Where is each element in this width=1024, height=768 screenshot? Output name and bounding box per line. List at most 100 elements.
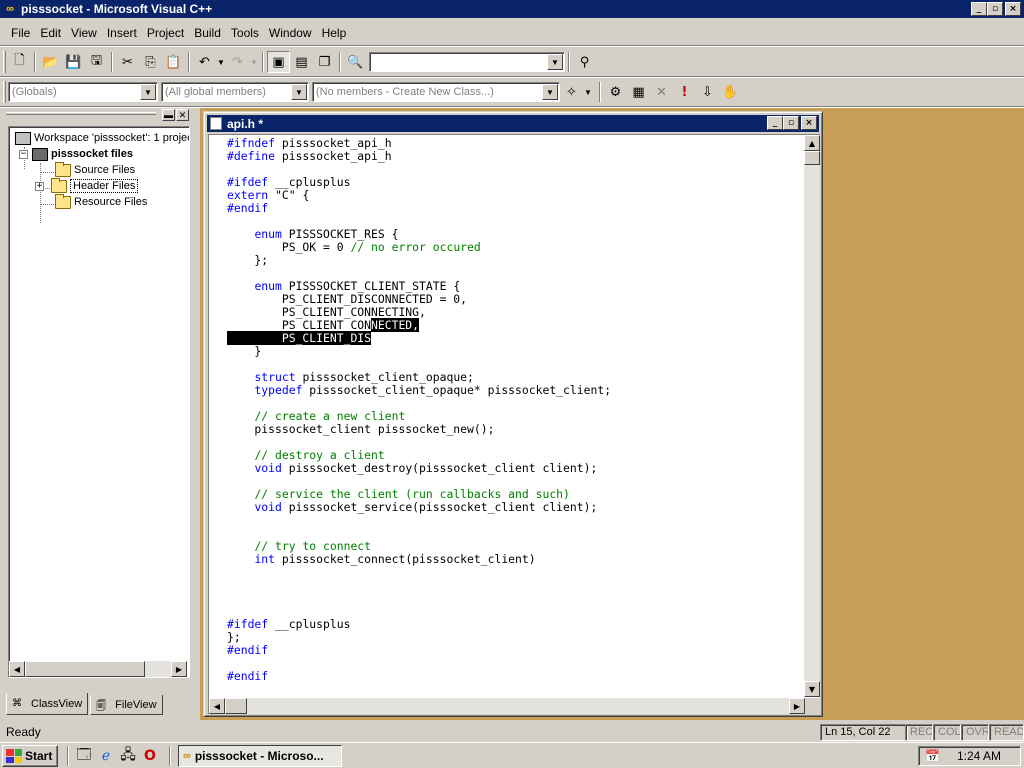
tab-classview[interactable]: ⌘ ClassView [6, 693, 89, 715]
scroll-left-icon[interactable]: ◀ [9, 661, 25, 677]
code-line[interactable]: #endif [227, 202, 803, 215]
scrollbar-thumb[interactable] [804, 151, 820, 165]
wizard-action-dropdown-icon[interactable]: ▼ [583, 88, 593, 97]
open-folder-icon[interactable]: 📂 [39, 51, 62, 73]
build-icon[interactable]: ▦ [627, 81, 650, 103]
compile-icon[interactable]: ⚙ [604, 81, 627, 103]
code-line[interactable]: #ifdef __cplusplus [227, 176, 803, 189]
save-icon[interactable]: 💾 [62, 51, 85, 73]
menu-insert[interactable]: Insert [102, 23, 142, 43]
code-line[interactable] [227, 657, 803, 670]
find-binoculars-icon[interactable]: ⚲ [573, 51, 596, 73]
show-desktop-icon[interactable]: 🗔 [74, 746, 94, 766]
menu-view[interactable]: View [66, 23, 102, 43]
code-editor[interactable]: #ifndef pisssocket_api_h #define pisssock… [227, 137, 803, 697]
clock[interactable]: 1:24 AM [957, 749, 1001, 763]
paste-icon[interactable]: 📋 [162, 51, 185, 73]
go-icon[interactable]: ⇩ [696, 81, 719, 103]
find-combo[interactable]: ▼ [369, 52, 565, 72]
opera-icon[interactable]: O [140, 746, 160, 766]
code-line[interactable] [227, 514, 803, 527]
copy-icon[interactable]: ⎘ [139, 51, 162, 73]
scrollbar-thumb[interactable] [25, 661, 145, 677]
output-window-icon[interactable]: ▤ [290, 51, 313, 73]
members-combo[interactable]: (No members - Create New Class...) ▼ [312, 82, 560, 102]
workspace-maximize-icon[interactable]: ▬ [162, 109, 175, 121]
visual-cpp-app-icon[interactable]: ∞ [3, 2, 17, 16]
internet-explorer-icon[interactable]: ℯ [96, 746, 116, 766]
code-line[interactable]: } [227, 345, 803, 358]
chevron-down-icon[interactable]: ▼ [291, 84, 307, 100]
scrollbar-track[interactable] [145, 661, 171, 677]
expand-icon[interactable]: + [35, 181, 44, 191]
tree-item-resource-files[interactable]: Resource Files [55, 193, 147, 210]
workspace-close-icon[interactable]: ✕ [176, 109, 189, 121]
menu-project[interactable]: Project [142, 23, 189, 43]
code-line[interactable]: extern "C" { [227, 189, 803, 202]
taskbar-item-pisssocket[interactable]: ∞ pisssocket - Microso... [178, 745, 342, 767]
collapse-icon[interactable]: − [19, 149, 28, 159]
document-icon[interactable] [210, 117, 222, 130]
scroll-up-icon[interactable]: ▲ [804, 135, 820, 151]
code-line[interactable]: int pisssocket_connect(pisssocket_client… [227, 553, 803, 566]
tree-item-source-files[interactable]: Source Files [55, 161, 135, 178]
code-line[interactable]: pisssocket_client pisssocket_new(); [227, 423, 803, 436]
scrollbar-track[interactable] [247, 698, 789, 714]
editor-vertical-scrollbar[interactable]: ▲ ▼ [804, 135, 820, 697]
chevron-down-icon[interactable]: ▼ [140, 84, 156, 100]
filter-combo[interactable]: (All global members) ▼ [161, 82, 309, 102]
menu-edit[interactable]: Edit [35, 23, 66, 43]
start-button[interactable]: Start [2, 745, 58, 767]
network-icon[interactable]: 🖧 [118, 746, 138, 766]
scrollbar-track[interactable] [804, 165, 820, 681]
toolbar-grip[interactable] [3, 51, 6, 73]
app-title-bar[interactable]: ∞ pisssocket - Microsoft Visual C++ _ ▫ … [0, 0, 1024, 18]
code-line[interactable]: typedef pisssocket_client_opaque* pissso… [227, 384, 803, 397]
undo-icon[interactable]: ↶ [193, 51, 216, 73]
save-all-icon[interactable]: 🖫 [85, 51, 108, 73]
breakpoint-hand-icon[interactable]: ✋ [719, 81, 742, 103]
code-line[interactable]: #ifdef __cplusplus [227, 618, 803, 631]
editor-maximize-button[interactable]: ▫ [783, 116, 799, 130]
scroll-right-icon[interactable]: ▶ [171, 661, 187, 677]
tree-item-project[interactable]: − pisssocket files [19, 146, 133, 162]
stop-build-icon[interactable]: ✕ [650, 81, 673, 103]
find-in-files-icon[interactable]: 🔍 [344, 51, 367, 73]
cut-icon[interactable]: ✂ [116, 51, 139, 73]
wizard-action-icon[interactable]: ✧ [560, 81, 583, 103]
menu-build[interactable]: Build [189, 23, 226, 43]
code-line[interactable] [227, 566, 803, 579]
code-line[interactable]: #define pisssocket_api_h [227, 150, 803, 163]
scroll-down-icon[interactable]: ▼ [804, 681, 820, 697]
code-line[interactable]: PS_OK = 0 // no error occured [227, 241, 803, 254]
undo-dropdown-icon[interactable]: ▼ [216, 58, 226, 67]
menu-help[interactable]: Help [317, 23, 352, 43]
code-line[interactable]: void pisssocket_destroy(pisssocket_clien… [227, 462, 803, 475]
workspace-grip[interactable] [6, 112, 156, 115]
chevron-down-icon[interactable]: ▼ [547, 54, 563, 70]
menu-file[interactable]: File [6, 23, 35, 43]
code-line[interactable]: void pisssocket_service(pisssocket_clien… [227, 501, 803, 514]
code-line[interactable]: #endif [227, 670, 803, 683]
execute-icon[interactable]: ! [673, 81, 696, 103]
new-text-file-icon[interactable]: 🗋 [8, 51, 31, 73]
code-line[interactable]: }; [227, 254, 803, 267]
editor-minimize-button[interactable]: _ [767, 116, 783, 130]
menu-window[interactable]: Window [264, 23, 317, 43]
toolbar-grip[interactable] [3, 81, 6, 103]
scroll-right-icon[interactable]: ▶ [789, 698, 805, 714]
window-list-icon[interactable]: ❐ [313, 51, 336, 73]
editor-horizontal-scrollbar[interactable]: ◀ ▶ [209, 698, 821, 714]
tree-item-header-files[interactable]: + Header Files [35, 177, 139, 194]
tab-fileview[interactable]: 🗐 FileView [90, 695, 163, 715]
scrollbar-thumb[interactable] [225, 698, 247, 714]
code-line[interactable] [227, 592, 803, 605]
workspace-horizontal-scrollbar[interactable]: ◀ ▶ [9, 661, 187, 677]
tree-item-workspace[interactable]: Workspace 'pisssocket': 1 project(s) [15, 130, 189, 146]
editor-close-button[interactable]: × [801, 116, 817, 130]
close-button[interactable]: × [1005, 2, 1021, 16]
code-line[interactable]: }; [227, 631, 803, 644]
code-line[interactable]: #endif [227, 644, 803, 657]
editor-title-bar[interactable]: api.h * _ ▫ × [207, 115, 819, 132]
restore-button[interactable]: ▫ [987, 2, 1003, 16]
